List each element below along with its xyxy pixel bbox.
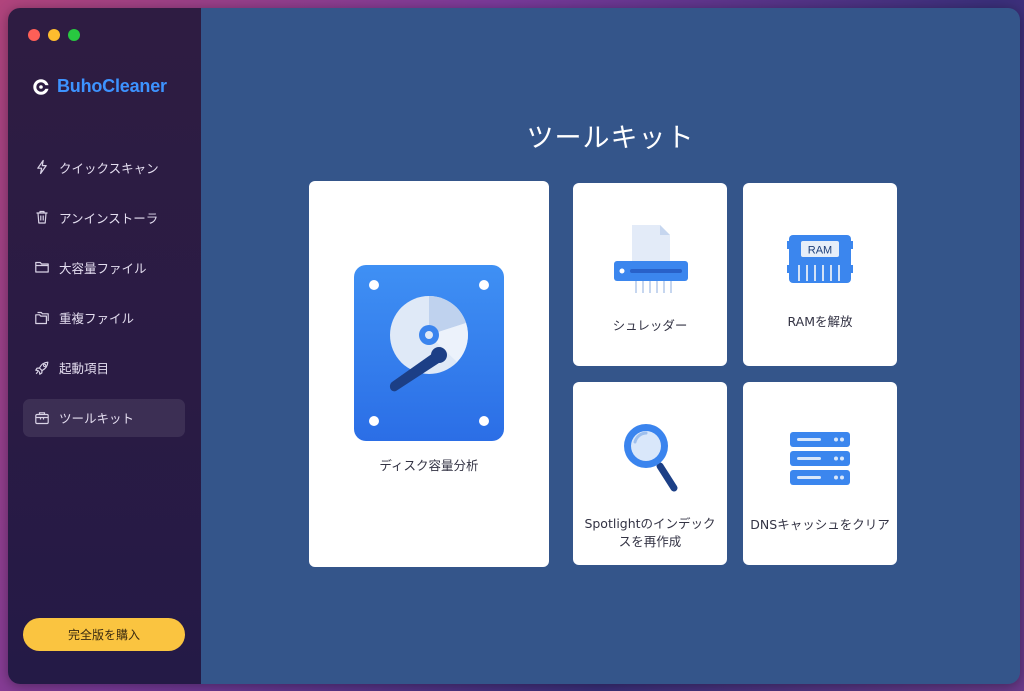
sidebar-item-label: 起動項目 xyxy=(59,361,110,377)
tool-card-disk-analysis[interactable]: ディスク容量分析 xyxy=(309,181,549,567)
sidebar-item-large-files[interactable]: 大容量ファイル xyxy=(23,248,185,286)
tool-card-label: RAMを解放 xyxy=(787,314,853,329)
toolkit-icon xyxy=(35,412,49,425)
tool-card-label: シュレッダー xyxy=(612,318,688,333)
sidebar-nav: クイックスキャン アンインストーラ 大容量ファイル 重複ファイル 起動項目 ツー… xyxy=(23,148,185,449)
tool-card-shredder[interactable]: シュレッダー xyxy=(573,183,727,366)
ram-chip-label: RAM xyxy=(808,245,832,257)
main-panel: ツールキット ディスク容量分析 シュレッダー RAM RAMを解放 Spotli… xyxy=(201,8,1020,684)
rocket-icon xyxy=(35,361,49,375)
trash-icon xyxy=(36,211,48,224)
sidebar: BuhoCleaner クイックスキャン アンインストーラ 大容量ファイル 重複… xyxy=(8,8,201,684)
duplicate-folder-icon xyxy=(35,311,49,324)
page-title: ツールキット xyxy=(526,123,695,154)
sidebar-item-label: 重複ファイル xyxy=(59,311,135,327)
tool-card-rebuild-spotlight-index[interactable]: Spotlightのインデックスを再作成 xyxy=(573,382,727,565)
sidebar-item-label: ツールキット xyxy=(59,411,135,427)
server-icon xyxy=(790,432,850,485)
magnifier-icon xyxy=(624,424,678,492)
tool-card-free-ram[interactable]: RAM RAMを解放 xyxy=(743,183,897,366)
sidebar-item-uninstaller[interactable]: アンインストーラ xyxy=(23,198,185,236)
lightning-icon xyxy=(37,159,47,175)
tool-card-label: ディスク容量分析 xyxy=(379,458,479,473)
sidebar-item-duplicate-files[interactable]: 重複ファイル xyxy=(23,299,185,337)
minimize-window-button[interactable] xyxy=(48,29,60,41)
app-window: BuhoCleaner クイックスキャン アンインストーラ 大容量ファイル 重複… xyxy=(8,8,1020,684)
tool-card-label: DNSキャッシュをクリア xyxy=(750,517,890,532)
buy-full-version-button[interactable]: 完全版を購入 xyxy=(23,618,185,651)
buho-logo-icon xyxy=(33,78,50,95)
sidebar-item-label: アンインストーラ xyxy=(59,210,159,226)
tool-card-label: Spotlightのインデックスを再作成 xyxy=(584,516,716,549)
sidebar-item-label: クイックスキャン xyxy=(59,160,159,176)
shredder-icon xyxy=(614,225,688,293)
window-controls xyxy=(28,29,80,41)
zoom-window-button[interactable] xyxy=(68,29,80,41)
app-name: BuhoCleaner xyxy=(57,76,167,96)
sidebar-item-startup-items[interactable]: 起動項目 xyxy=(23,349,185,387)
hard-disk-icon xyxy=(354,265,504,441)
sidebar-item-label: 大容量ファイル xyxy=(59,260,147,276)
ram-chip-icon: RAM xyxy=(787,235,853,283)
folder-icon xyxy=(35,262,49,273)
sidebar-item-toolkit[interactable]: ツールキット xyxy=(23,398,185,437)
sidebar-item-quick-scan[interactable]: クイックスキャン xyxy=(23,148,185,186)
tool-card-clear-dns-cache[interactable]: DNSキャッシュをクリア xyxy=(743,382,897,565)
close-window-button[interactable] xyxy=(28,29,40,41)
app-brand: BuhoCleaner xyxy=(32,76,167,97)
